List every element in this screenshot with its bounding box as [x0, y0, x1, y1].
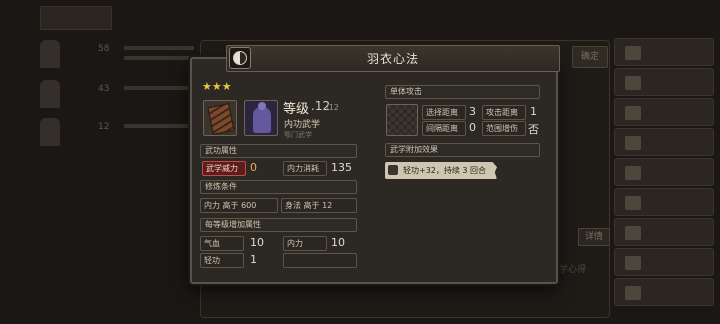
mp-bar: [124, 56, 194, 60]
party-member-row[interactable]: 43: [36, 78, 206, 112]
hp-bar: [124, 46, 194, 50]
requirement-1: 内力 高于 600: [200, 198, 278, 213]
hp-bar: [124, 86, 194, 90]
extra-effects-header: 武学附加效果: [385, 143, 540, 157]
side-menu-button[interactable]: [614, 68, 714, 96]
side-menu-button[interactable]: [614, 38, 714, 66]
taiji-icon[interactable]: [229, 47, 251, 69]
popup-title-bar: 羽衣心法: [226, 45, 560, 72]
level-bonus-header: 每等级增加属性: [200, 218, 357, 232]
select-range-label: 选择距离: [422, 105, 466, 120]
attack-range-value: 1: [530, 105, 537, 118]
background-detail-button[interactable]: 详情: [578, 228, 610, 246]
attack-type-header: 单体攻击: [385, 85, 540, 99]
character-figure-icon: [40, 40, 60, 68]
bonus-agility-value: 1: [250, 253, 257, 266]
bonus-mp-label: 内力: [283, 236, 327, 251]
level-label: 等级: [283, 102, 310, 117]
skill-sect: 鄂门武学: [284, 131, 312, 139]
character-portrait-icon: [253, 102, 271, 133]
attack-power-value: 0: [250, 161, 257, 174]
level-max: /12: [326, 103, 339, 112]
requirements-header: 修炼条件: [200, 180, 357, 194]
attack-range-grid-icon[interactable]: [386, 104, 418, 136]
boot-icon: [388, 165, 398, 175]
skill-type: 内功武学: [284, 120, 321, 130]
party-member-row[interactable]: 12: [36, 116, 206, 150]
attack-range-label: 攻击距离: [482, 105, 526, 120]
interval-value: 0: [469, 121, 476, 134]
side-menu-button[interactable]: [614, 188, 714, 216]
area-damage-label: 范围增伤: [482, 121, 526, 136]
bonus-agility-label: 轻功: [200, 253, 244, 268]
select-range-value: 3: [469, 105, 476, 118]
character-figure-icon: [40, 118, 60, 146]
requirement-2: 身法 高于 12: [281, 198, 357, 213]
background-confirm-button[interactable]: 确定: [572, 46, 608, 68]
character-portrait-slot[interactable]: [244, 100, 278, 136]
skill-stars: ★★★: [202, 80, 232, 93]
side-menu-button[interactable]: [614, 128, 714, 156]
attack-power-label: 武学威力: [202, 161, 246, 176]
party-member-row[interactable]: 58: [36, 38, 206, 72]
bonus-empty-cell: [283, 253, 357, 268]
side-menu-button[interactable]: [614, 218, 714, 246]
bonus-mp-value: 10: [331, 236, 345, 249]
effect-text: 轻功+32，持续 3 回合: [403, 166, 487, 175]
character-figure-icon: [40, 80, 60, 108]
side-menu-button[interactable]: [614, 98, 714, 126]
bonus-hp-label: 气血: [200, 236, 244, 251]
side-menu-button[interactable]: [614, 278, 714, 306]
background-tab[interactable]: [40, 6, 112, 30]
skill-book-slot[interactable]: [203, 100, 237, 136]
bonus-hp-value: 10: [250, 236, 264, 249]
hp-bar: [124, 124, 194, 128]
interval-label: 间隔距离: [422, 121, 466, 136]
side-menu-button[interactable]: [614, 158, 714, 186]
mp-cost-value: 135: [331, 161, 352, 174]
attributes-header: 武功属性: [200, 144, 357, 158]
popup-title: 羽衣心法: [366, 52, 419, 66]
side-menu-button[interactable]: [614, 248, 714, 276]
skill-book-icon: [207, 103, 235, 135]
mp-cost-label: 内力消耗: [283, 161, 327, 176]
area-damage-value: 否: [528, 123, 539, 136]
